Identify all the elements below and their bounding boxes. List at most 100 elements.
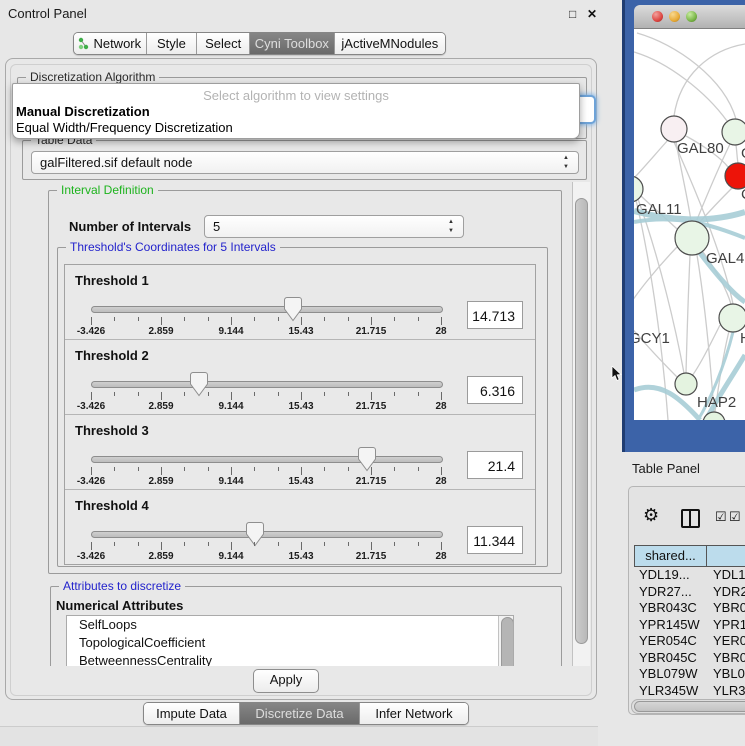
zoom-traffic-light[interactable] — [686, 11, 697, 22]
table-row[interactable]: YDL19...YDL1 — [634, 567, 745, 584]
network-node[interactable] — [722, 119, 745, 145]
tab-discretize-data[interactable]: Discretize Data — [240, 703, 360, 724]
network-canvas[interactable]: GAL80GCGAL11GAL4GCY1HHAP2 — [634, 29, 745, 420]
cell-shared-name[interactable]: YPR145W — [634, 617, 707, 632]
gear-icon[interactable]: ⚙ — [643, 505, 659, 526]
checkbox-icon[interactable]: ☑ — [715, 509, 727, 525]
algorithm-placeholder-option[interactable]: Select algorithm to view settings — [13, 84, 579, 103]
attributes-scrollbar-thumb[interactable] — [501, 617, 514, 666]
numerical-attributes-list[interactable]: SelfLoopsTopologicalCoefficientBetweenne… — [66, 615, 514, 666]
settings-scrollbar-thumb[interactable] — [575, 198, 588, 644]
settings-scrollbar[interactable] — [572, 182, 590, 666]
slider-tick — [348, 392, 349, 396]
close-traffic-light[interactable] — [652, 11, 663, 22]
cell-name[interactable]: YBR0 — [707, 600, 745, 615]
network-node[interactable] — [675, 373, 697, 395]
network-node[interactable] — [675, 221, 709, 255]
cell-name[interactable]: YER0 — [707, 633, 745, 648]
network-node[interactable] — [703, 412, 725, 420]
slider-tick — [394, 542, 395, 546]
cell-shared-name[interactable]: YER054C — [634, 633, 707, 648]
column-header-shared-name[interactable]: shared... — [634, 545, 707, 567]
cell-name[interactable]: YBR0 — [707, 650, 745, 665]
cell-name[interactable]: YLR3 — [707, 683, 745, 698]
tab-network[interactable]: Network — [74, 33, 147, 54]
cell-shared-name[interactable]: YLR345W — [634, 683, 707, 698]
network-graph[interactable]: GAL80GCGAL11GAL4GCY1HHAP2 — [634, 29, 745, 420]
table-row[interactable]: YLR345WYLR3 — [634, 683, 745, 700]
table-row[interactable]: YER054CYER0 — [634, 633, 745, 650]
threshold-slider[interactable]: -3.4262.8599.14415.4321.71528 — [91, 523, 441, 563]
threshold-value-field[interactable]: 6.316 — [467, 376, 523, 404]
table-row[interactable]: YBR045CYBR0 — [634, 650, 745, 667]
threshold-label: Threshold 2 — [75, 348, 149, 363]
float-window-icon[interactable]: □ — [569, 7, 576, 21]
slider-track[interactable] — [91, 306, 443, 313]
threshold-row: Threshold 4 -3.4262.8599.14415.4321.7152… — [65, 490, 535, 564]
threshold-value-field[interactable]: 14.713 — [467, 301, 523, 329]
tab-jactivemnodules[interactable]: jActiveMNodules — [335, 33, 445, 54]
slider-tick — [184, 542, 185, 546]
table-hscrollbar-thumb[interactable] — [634, 701, 745, 712]
slider-thumb[interactable] — [357, 446, 377, 473]
attributes-scrollbar[interactable] — [498, 616, 513, 666]
tab-style[interactable]: Style — [147, 33, 198, 54]
threshold-slider[interactable]: -3.4262.8599.14415.4321.71528 — [91, 373, 441, 413]
close-icon[interactable]: ✕ — [587, 7, 597, 21]
attribute-item[interactable]: TopologicalCoefficient — [67, 634, 513, 652]
algorithm-option-manual[interactable]: Manual Discretization — [13, 103, 579, 119]
threshold-slider[interactable]: -3.4262.8599.14415.4321.71528 — [91, 448, 441, 488]
tab-impute-data[interactable]: Impute Data — [144, 703, 240, 724]
slider-track[interactable] — [91, 531, 443, 538]
cell-shared-name[interactable]: YDR27... — [634, 584, 707, 599]
table-data-value: galFiltered.sif default node — [40, 155, 192, 170]
tab-cyni-toolbox[interactable]: Cyni Toolbox — [250, 33, 335, 54]
slider-track[interactable] — [91, 456, 443, 463]
network-window-titlebar[interactable] — [634, 5, 745, 29]
table-row[interactable]: YDR27...YDR2 — [634, 584, 745, 601]
slider-tick-label: -3.426 — [77, 551, 105, 562]
cell-shared-name[interactable]: YBR043C — [634, 600, 707, 615]
slider-tick-label: 9.144 — [218, 401, 243, 412]
cell-name[interactable]: YPR1 — [707, 617, 745, 632]
network-node[interactable] — [634, 176, 643, 202]
minimize-traffic-light[interactable] — [669, 11, 680, 22]
slider-thumb[interactable] — [189, 371, 209, 398]
checkbox-icon[interactable]: ☑ — [729, 509, 741, 525]
slider-tick — [138, 392, 139, 396]
table-data-combobox[interactable]: galFiltered.sif default node ▲▼ — [31, 151, 579, 174]
algorithm-option-equal-width[interactable]: Equal Width/Frequency Discretization — [13, 119, 579, 135]
number-of-intervals-combobox[interactable]: 5 ▲▼ — [204, 215, 464, 238]
cell-shared-name[interactable]: YBL079W — [634, 666, 707, 681]
slider-tick — [278, 467, 279, 471]
slider-tick-label: 21.715 — [356, 401, 387, 412]
slider-tick-label: 2.859 — [148, 551, 173, 562]
threshold-value-field[interactable]: 11.344 — [467, 526, 523, 554]
network-node[interactable] — [719, 304, 745, 332]
table-horizontal-scrollbar[interactable] — [631, 699, 745, 714]
column-header-name[interactable]: n — [707, 545, 745, 567]
apply-button[interactable]: Apply — [253, 669, 319, 693]
table-row[interactable]: YPR145WYPR1 — [634, 617, 745, 634]
attribute-item[interactable]: BetweennessCentrality — [67, 652, 513, 666]
attribute-item[interactable]: SelfLoops — [67, 616, 513, 634]
cell-shared-name[interactable]: YDL19... — [634, 567, 707, 582]
slider-tick — [371, 542, 372, 550]
tab-select[interactable]: Select — [197, 33, 250, 54]
cell-name[interactable]: YDR2 — [707, 584, 745, 599]
table-row[interactable]: YBR043CYBR0 — [634, 600, 745, 617]
cell-shared-name[interactable]: YBR045C — [634, 650, 707, 665]
tab-infer-network[interactable]: Infer Network — [360, 703, 468, 724]
table-row[interactable]: YBL079WYBL0 — [634, 666, 745, 683]
slider-tick — [254, 467, 255, 471]
network-node[interactable] — [661, 116, 687, 142]
threshold-value-field[interactable]: 21.4 — [467, 451, 523, 479]
slider-tick — [394, 392, 395, 396]
split-columns-icon[interactable] — [681, 509, 700, 528]
threshold-slider[interactable]: -3.4262.8599.14415.4321.71528 — [91, 298, 441, 338]
cell-name[interactable]: YDL1 — [707, 567, 745, 582]
slider-track[interactable] — [91, 381, 443, 388]
numerical-attributes-label: Numerical Attributes — [56, 598, 183, 613]
slider-thumb[interactable] — [245, 521, 265, 548]
cell-name[interactable]: YBL0 — [707, 666, 745, 681]
